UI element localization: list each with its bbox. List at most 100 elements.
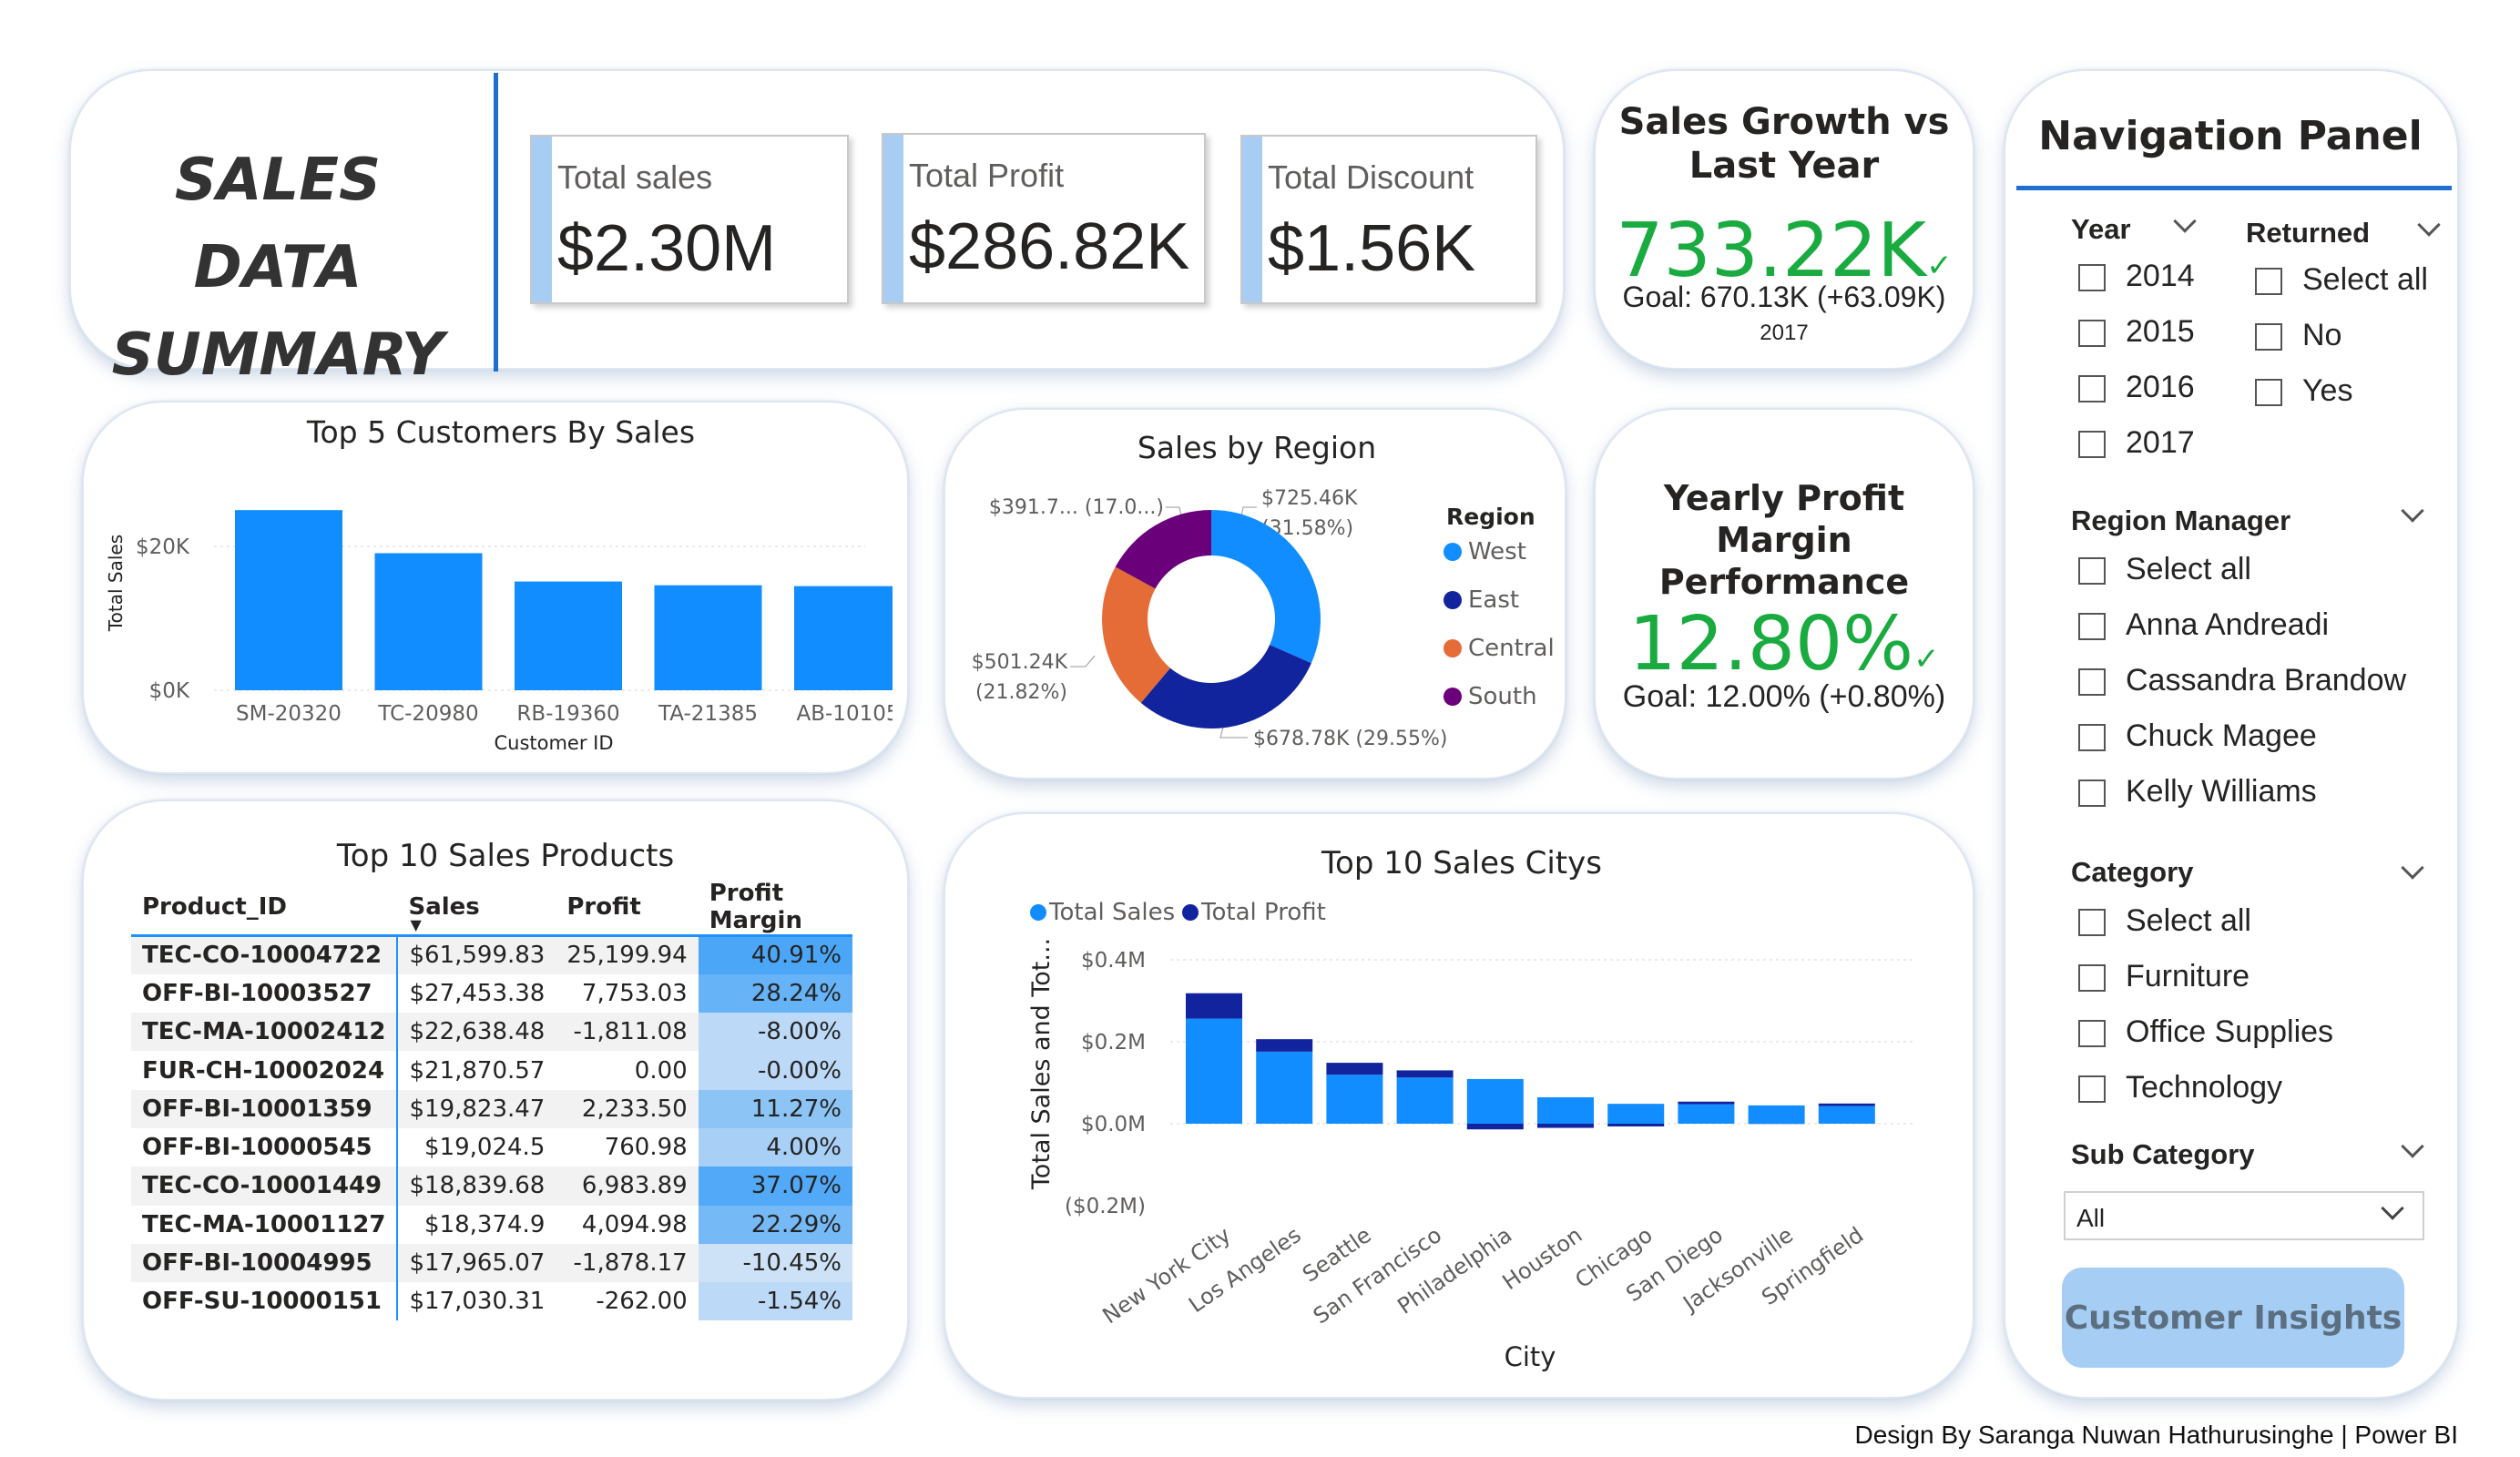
bar-SM-20320[interactable] bbox=[235, 510, 342, 690]
checkbox-select-all[interactable] bbox=[2255, 268, 2282, 295]
checkbox-chuck-magee[interactable] bbox=[2078, 724, 2106, 751]
checkbox-technology[interactable] bbox=[2078, 1075, 2106, 1103]
cell-product-id: OFF-BI-10000545 bbox=[131, 1127, 399, 1167]
bar-TC-20980[interactable] bbox=[374, 553, 483, 690]
table-row[interactable]: OFF-BI-10000545 $19,024.5 760.98 4.00% bbox=[131, 1127, 852, 1167]
checkbox-label[interactable]: Yes bbox=[2302, 373, 2352, 409]
checkbox-label[interactable]: Technology bbox=[2126, 1070, 2282, 1105]
bar-total-profit[interactable] bbox=[1818, 1103, 1875, 1106]
column-header-profit-margin[interactable]: Profit Margin bbox=[699, 880, 852, 936]
bar-total-sales[interactable] bbox=[1818, 1105, 1875, 1124]
page-title: SALES DATA SUMMARY bbox=[91, 137, 464, 399]
checkbox-label[interactable]: 2015 bbox=[2126, 314, 2195, 350]
x-axis-label: City bbox=[1505, 1341, 1556, 1372]
x-tick-label: Houston bbox=[1498, 1222, 1587, 1295]
table-row[interactable]: OFF-BI-10003527 $27,453.38 7,753.03 28.24% bbox=[131, 973, 852, 1014]
column-header-profit[interactable]: Profit bbox=[556, 880, 698, 936]
checkbox-label[interactable]: No bbox=[2302, 318, 2341, 353]
checkbox-label[interactable]: Select all bbox=[2126, 903, 2251, 939]
bar-total-profit[interactable] bbox=[1466, 1124, 1524, 1130]
sort-desc-icon: ▼ bbox=[410, 916, 422, 933]
checkbox-no[interactable] bbox=[2255, 323, 2282, 351]
table-row[interactable]: OFF-BI-10001359 $19,823.47 2,233.50 11.27% bbox=[131, 1089, 852, 1128]
cell-sales: $19,823.47 bbox=[397, 1089, 556, 1128]
checkbox-label[interactable]: Anna Andreadi bbox=[2126, 607, 2329, 643]
checkbox-2016[interactable] bbox=[2078, 375, 2106, 402]
bar-total-profit[interactable] bbox=[1186, 993, 1242, 1019]
checkbox-2017[interactable] bbox=[2078, 431, 2106, 458]
checkbox-label[interactable]: 2016 bbox=[2126, 370, 2195, 405]
checkbox-label[interactable]: 2017 bbox=[2126, 425, 2195, 461]
table-row[interactable]: TEC-MA-10002412 $22,638.48 -1,811.08 -8.00% bbox=[131, 1013, 852, 1052]
table-row[interactable]: OFF-SU-10000151 $17,030.31 -262.00 -1.54% bbox=[131, 1282, 852, 1321]
cell-profit: 4,094.98 bbox=[581, 1210, 688, 1238]
kpi-label: Total Profit bbox=[909, 157, 1065, 194]
x-axis-label: Customer ID bbox=[494, 732, 613, 754]
cell-profit: 7,753.03 bbox=[581, 979, 688, 1007]
checkbox-2014[interactable] bbox=[2078, 264, 2106, 291]
column-header-sales[interactable]: Sales ▼ bbox=[397, 880, 556, 936]
bar-total-profit[interactable] bbox=[1607, 1124, 1665, 1126]
cell-profit: 0.00 bbox=[634, 1056, 688, 1085]
table-row[interactable]: TEC-CO-10001449 $18,839.68 6,983.89 37.07% bbox=[131, 1167, 852, 1206]
cell-product-id: OFF-BI-10004995 bbox=[131, 1243, 399, 1283]
table-row[interactable]: OFF-BI-10004995 $17,965.07 -1,878.17 -10.45… bbox=[131, 1243, 852, 1283]
bar-total-sales[interactable] bbox=[1678, 1104, 1735, 1124]
checkbox-kelly-williams[interactable] bbox=[2078, 779, 2106, 807]
legend-label-west[interactable]: West bbox=[1468, 538, 1526, 565]
cell-sales: $22,638.48 bbox=[397, 1013, 556, 1052]
bar-total-sales[interactable] bbox=[1466, 1078, 1524, 1124]
customer-insights-button[interactable]: Customer Insights bbox=[2062, 1268, 2404, 1368]
table-row[interactable]: TEC-MA-10001127 $18,374.9 4,094.98 22.29% bbox=[131, 1205, 852, 1244]
cell-sales: $17,965.07 bbox=[397, 1243, 556, 1283]
sales-growth-title: Sales Growth vs Last Year bbox=[1603, 100, 1965, 188]
bar-TA-21385[interactable] bbox=[654, 585, 762, 690]
y-tick-label: ($0.2M) bbox=[1065, 1195, 1146, 1218]
legend-label-east[interactable]: East bbox=[1468, 586, 1519, 614]
checkbox-label[interactable]: Furniture bbox=[2126, 959, 2250, 994]
slice-east[interactable] bbox=[1140, 645, 1311, 728]
checkbox-label[interactable]: Select all bbox=[2126, 552, 2251, 587]
legend-label-total-profit[interactable]: Total Profit bbox=[1200, 899, 1326, 926]
table-row[interactable]: FUR-CH-10002024 $21,870.57 0.00 -0.00% bbox=[131, 1051, 852, 1090]
bar-RB-19360[interactable] bbox=[515, 581, 622, 690]
kpi-total-profit[interactable]: Total Profit $286.82K bbox=[882, 133, 1206, 304]
checkbox-label[interactable]: Chuck Magee bbox=[2126, 718, 2317, 754]
bar-total-sales[interactable] bbox=[1326, 1075, 1383, 1124]
checkbox-cassandra-brandow[interactable] bbox=[2078, 668, 2106, 696]
legend-label-total-sales[interactable]: Total Sales bbox=[1048, 899, 1175, 926]
column-header-product-id[interactable]: Product_ID bbox=[131, 880, 397, 936]
checkbox-select-all[interactable] bbox=[2078, 557, 2106, 585]
bar-total-sales[interactable] bbox=[1396, 1077, 1454, 1124]
legend-label-central[interactable]: Central bbox=[1468, 635, 1555, 662]
bar-total-profit[interactable] bbox=[1256, 1039, 1313, 1052]
kpi-total-discount[interactable]: Total Discount $1.56K bbox=[1240, 135, 1537, 304]
checkbox-anna-andreadi[interactable] bbox=[2078, 613, 2106, 640]
checkbox-2015[interactable] bbox=[2078, 320, 2106, 347]
checkbox-label[interactable]: Cassandra Brandow bbox=[2126, 663, 2406, 698]
bar-total-profit[interactable] bbox=[1678, 1101, 1735, 1105]
checkbox-select-all[interactable] bbox=[2078, 909, 2106, 936]
checkbox-label[interactable]: Select all bbox=[2302, 262, 2428, 298]
legend-label-south[interactable]: South bbox=[1468, 683, 1537, 710]
cell-profit: 2,233.50 bbox=[556, 1089, 699, 1128]
bar-total-sales[interactable] bbox=[1537, 1096, 1594, 1124]
bar-total-sales[interactable] bbox=[1256, 1051, 1313, 1124]
bar-total-profit[interactable] bbox=[1396, 1070, 1454, 1078]
bar-total-sales[interactable] bbox=[1186, 1018, 1242, 1124]
bar-total-profit[interactable] bbox=[1537, 1124, 1594, 1128]
checkbox-yes[interactable] bbox=[2255, 379, 2282, 406]
sub-category-dropdown[interactable]: All bbox=[2064, 1191, 2424, 1240]
bar-total-profit[interactable] bbox=[1326, 1063, 1383, 1075]
bar-total-sales[interactable] bbox=[1748, 1105, 1805, 1124]
checkbox-label[interactable]: Office Supplies bbox=[2126, 1014, 2333, 1050]
kpi-total-sales[interactable]: Total sales $2.30M bbox=[530, 135, 849, 304]
checkbox-label[interactable]: 2014 bbox=[2126, 259, 2195, 294]
table-row[interactable]: TEC-CO-10004722 $61,599.83 25,199.94 40.91% bbox=[131, 935, 852, 974]
bar-total-sales[interactable] bbox=[1607, 1104, 1665, 1124]
x-tick-label: AB-10105 bbox=[797, 702, 893, 726]
checkbox-furniture[interactable] bbox=[2078, 964, 2106, 992]
checkbox-label[interactable]: Kelly Williams bbox=[2126, 774, 2317, 810]
bar-AB-10105[interactable] bbox=[794, 586, 893, 690]
checkbox-office-supplies[interactable] bbox=[2078, 1020, 2106, 1047]
